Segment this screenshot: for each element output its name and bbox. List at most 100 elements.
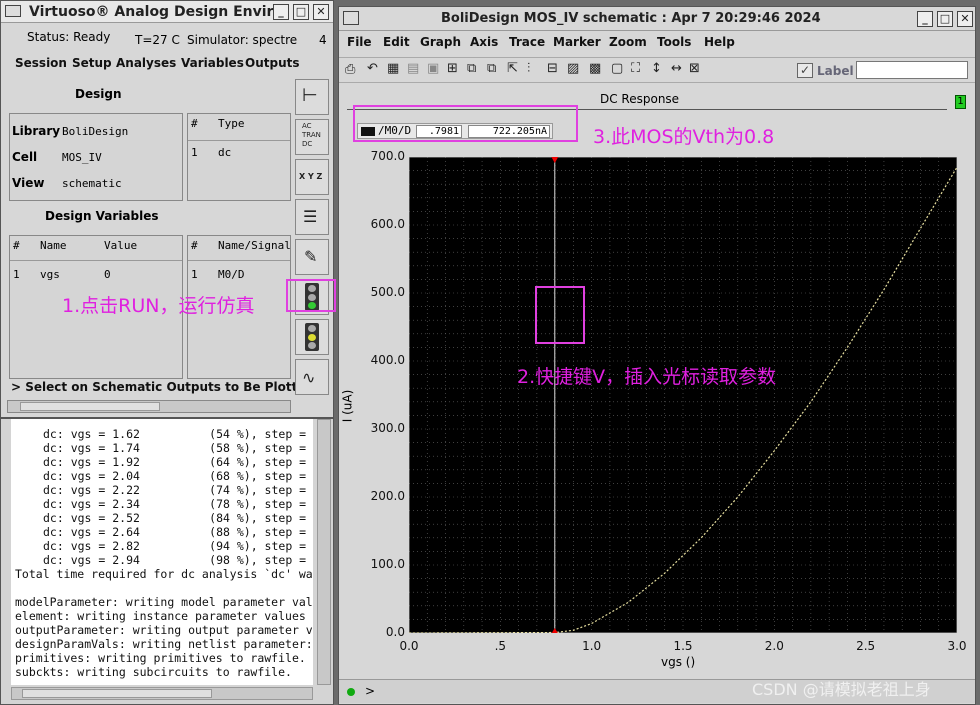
analyses-col-num: # — [191, 117, 198, 130]
right-minimize-button[interactable]: _ — [917, 11, 933, 27]
outputs-col-num: # — [191, 239, 198, 252]
netlist-tool[interactable]: ☰ — [295, 199, 329, 235]
menu-session[interactable]: Session — [15, 56, 67, 70]
delete-marker-icon[interactable]: ▨ — [567, 61, 579, 76]
view-value: schematic — [62, 177, 122, 190]
plot-canvas[interactable] — [409, 157, 957, 633]
edit-tool[interactable]: ✎ — [295, 239, 329, 275]
delete-all-icon[interactable]: ▩ — [589, 61, 601, 76]
right-close-button[interactable]: ✕ — [957, 11, 973, 27]
dv-col-num: # — [13, 239, 20, 252]
design-heading: Design — [75, 87, 122, 101]
left-titlebar[interactable]: Virtuoso® Analog Design Enviro _ □ ✕ — [1, 1, 333, 23]
dc-label: DC — [302, 140, 313, 148]
y-tick-label: 300.0 — [370, 421, 405, 435]
dv-col-value: Value — [104, 239, 138, 252]
print-icon[interactable]: ⎙ — [345, 62, 355, 77]
menu-setup[interactable]: Setup — [72, 56, 112, 70]
variables-tool[interactable]: X Y Z — [295, 159, 329, 195]
cell-value: MOS_IV — [62, 151, 102, 164]
menu-tools[interactable]: Tools — [657, 35, 691, 49]
log-line: dc: vgs = 1.74 (58 %), step = — [43, 441, 307, 455]
zoom-y-icon[interactable]: ↕ — [651, 61, 662, 76]
export-icon[interactable]: ⇱ — [507, 61, 518, 76]
menu-axis[interactable]: Axis — [470, 35, 498, 49]
minimize-button[interactable]: _ — [273, 4, 289, 20]
menu-trace[interactable]: Trace — [509, 35, 545, 49]
command-prompt: > — [365, 684, 376, 698]
right-window-title: BoliDesign MOS_IV schematic : Apr 7 20:2… — [441, 11, 821, 26]
annotation-vth: 3.此MOS的Vth为0.8 — [593, 126, 775, 148]
y-tick-label: 400.0 — [370, 353, 405, 367]
menu-file[interactable]: File — [347, 35, 372, 49]
menu-edit[interactable]: Edit — [383, 35, 410, 49]
x-tick-label: 3.0 — [947, 639, 967, 653]
log-window: dc: vgs = 1.62 (54 %), step = dc: vgs = 1… — [0, 418, 334, 705]
right-maximize-button[interactable]: □ — [937, 11, 953, 27]
zoom-in-icon[interactable]: ⊠ — [689, 61, 700, 76]
dv-row-value: 0 — [104, 268, 111, 281]
log-vscrollbar[interactable] — [317, 419, 331, 685]
transistor-tool[interactable]: ⊢ — [295, 79, 329, 115]
copy-trace-icon[interactable]: ⧉ — [487, 61, 496, 76]
log-line: dc: vgs = 2.34 (78 %), step = — [43, 497, 307, 511]
y-tick-label: 200.0 — [370, 489, 405, 503]
xyz-icon: X Y Z — [299, 172, 323, 181]
label-input[interactable] — [856, 61, 968, 79]
menu-analyses[interactable]: Analyses — [116, 56, 176, 70]
menu-outputs[interactable]: Outputs — [245, 56, 300, 70]
zoom-x-icon[interactable]: ↔ — [671, 61, 682, 76]
run-highlight-box — [286, 279, 336, 312]
plot-icon: ∿ — [302, 368, 316, 387]
plot-outputs-button[interactable]: ∿ — [295, 359, 329, 395]
log-text-area[interactable]: dc: vgs = 1.62 (54 %), step = dc: vgs = 1… — [11, 419, 313, 685]
session-count: 4 — [319, 33, 327, 47]
subwindow-number[interactable]: 1 — [955, 95, 966, 109]
label-checkbox[interactable]: ✓ — [797, 63, 813, 78]
log-line: dc: vgs = 2.52 (84 %), step = — [43, 511, 307, 525]
menu-variables[interactable]: Variables — [181, 56, 244, 70]
x-tick-label: 1.0 — [582, 639, 602, 653]
log-line: dc: vgs = 2.04 (68 %), step = — [43, 469, 307, 483]
horiz-marker-icon[interactable]: ⊟ — [547, 61, 558, 76]
analysis-choose-tool[interactable]: AC TRAN DC — [295, 119, 329, 155]
log-line: dc: vgs = 2.82 (94 %), step = — [43, 539, 307, 553]
zoom-fit-icon[interactable]: ⛶ — [631, 61, 640, 76]
close-button[interactable]: ✕ — [313, 4, 329, 20]
right-titlebar[interactable]: BoliDesign MOS_IV schematic : Apr 7 20:2… — [339, 7, 975, 31]
library-value: BoliDesign — [62, 125, 129, 138]
y-tick-label: 100.0 — [370, 557, 405, 571]
log-line: modelParameter: writing model parameter … — [15, 595, 313, 609]
menu-zoom[interactable]: Zoom — [609, 35, 647, 49]
x-axis-label: vgs () — [661, 655, 696, 669]
undo-icon[interactable]: ↶ — [367, 61, 378, 76]
log-line: dc: vgs = 1.92 (64 %), step = — [43, 455, 307, 469]
analyses-row-num: 1 — [191, 146, 198, 159]
right-window-menu-icon[interactable] — [343, 11, 359, 25]
calculator-icon[interactable]: ▢ — [611, 61, 623, 76]
strips-icon[interactable]: ▤ — [407, 61, 419, 76]
add-subwindow-icon[interactable]: ⊞ — [447, 61, 458, 76]
copy-window-icon[interactable]: ⧉ — [467, 61, 476, 76]
log-line: dc: vgs = 2.64 (88 %), step = — [43, 525, 307, 539]
log-hscrollbar[interactable] — [11, 687, 313, 700]
design-variables-heading: Design Variables — [45, 209, 159, 223]
y-axis-label: I (uA) — [340, 389, 355, 423]
plot-title: DC Response — [600, 92, 680, 106]
stop-button[interactable] — [295, 319, 329, 355]
left-hscrollbar[interactable] — [7, 400, 291, 413]
window-menu-icon[interactable] — [5, 5, 21, 17]
menu-marker[interactable]: Marker — [553, 35, 601, 49]
dv-col-name: Name — [40, 239, 67, 252]
composite-icon[interactable]: ▣ — [427, 61, 439, 76]
dv-row-num: 1 — [13, 268, 20, 281]
y-tick-label: 600.0 — [370, 217, 405, 231]
menu-graph[interactable]: Graph — [420, 35, 461, 49]
vert-marker-icon[interactable]: ⫶ — [527, 61, 530, 76]
analyses-table[interactable]: # Type 1 dc — [187, 113, 291, 201]
grid-icon[interactable]: ▦ — [387, 61, 399, 76]
maximize-button[interactable]: □ — [293, 4, 309, 20]
menu-help[interactable]: Help — [704, 35, 735, 49]
tran-label: TRAN — [302, 131, 321, 139]
log-line: dc: vgs = 1.62 (54 %), step = — [43, 427, 307, 441]
